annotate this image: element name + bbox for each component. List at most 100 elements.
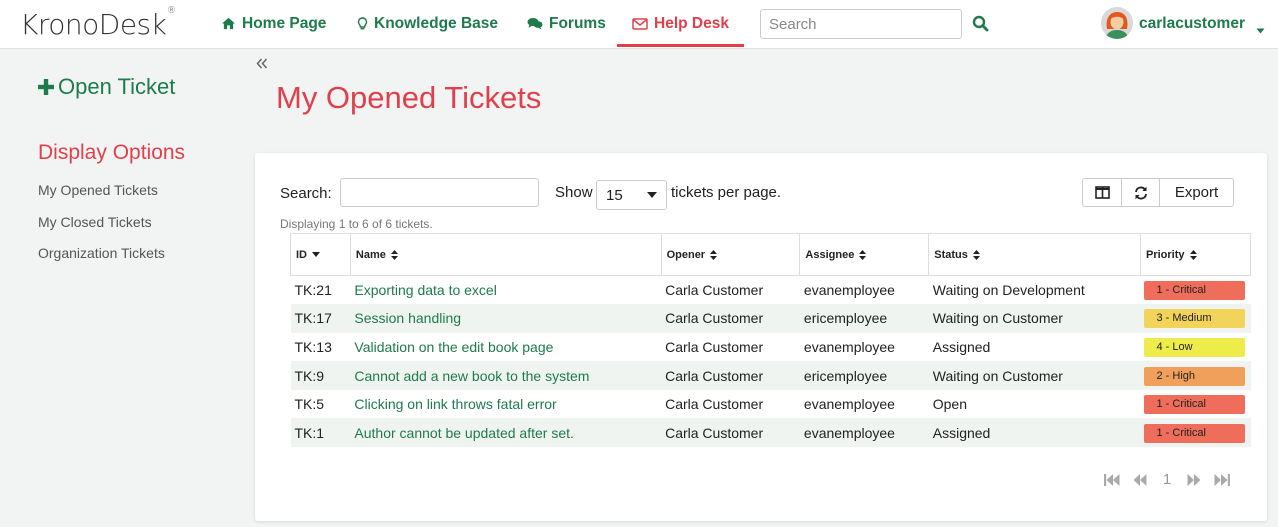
refresh-icon [1134,186,1147,199]
per-page-value: 15 [606,186,623,204]
nav-knowledge-base-label: Knowledge Base [374,14,499,32]
ticket-assignee: evanemployee [803,338,895,355]
ticket-id: TK:5 [294,396,325,413]
column-header-status[interactable]: Status [928,233,1141,276]
column-header-priority-label: Priority [1145,248,1185,261]
global-search-input[interactable] [760,9,962,39]
priority-badge: 3 - Medium [1144,309,1246,329]
ticket-name-link[interactable]: Clicking on link throws fatal error [350,390,661,419]
ticket-name-link[interactable]: Validation on the edit book page [350,333,661,362]
column-header-status-label: Status [934,248,968,261]
nav-home-page[interactable]: Home Page [221,0,326,47]
user-avatar[interactable] [1101,7,1133,39]
ticket-id: TK:9 [290,361,351,390]
ticket-status: Open [932,396,967,413]
sort-icon [972,249,980,260]
ticket-status: Waiting on Customer [928,304,1141,333]
table-header-row: ID Name Opener Assignee Status Priority [290,233,1252,276]
table-row[interactable]: TK:21 Exporting data to excel Carla Cust… [291,276,1251,305]
priority-badge: 1 - Critical [1144,395,1246,415]
home-icon [222,17,235,30]
ticket-name-link[interactable]: Session handling [350,304,662,333]
per-page-select[interactable]: 15 [596,180,667,210]
column-header-priority[interactable]: Priority [1139,233,1252,276]
next-page-icon[interactable] [1180,473,1208,486]
open-ticket-button[interactable]: Open Ticket [38,74,175,100]
sort-desc-icon [312,252,320,258]
priority-badge: 1 - Critical [1144,281,1246,301]
columns-icon [1094,186,1110,199]
collapse-sidebar-icon[interactable] [256,56,268,74]
sidebar-link-my-opened-tickets[interactable]: My Opened Tickets [38,182,158,198]
column-header-name-label: Name [355,248,386,261]
refresh-button[interactable] [1122,179,1160,206]
ticket-assignee: evanemployee [803,396,895,413]
nav-knowledge-base[interactable]: Knowledge Base [357,0,498,47]
kronodesk-logo[interactable]: KronoDesk ® [20,6,176,41]
tickets-table: ID Name Opener Assignee Status Priority … [290,233,1252,448]
ticket-opener: Carla Customer [665,338,764,355]
first-page-icon[interactable] [1098,473,1126,486]
sidebar-link-organization-tickets[interactable]: Organization Tickets [38,245,165,261]
open-ticket-label: Open Ticket [58,74,176,99]
chevron-down-icon[interactable] [1256,21,1265,39]
previous-page-icon[interactable] [1126,473,1154,486]
logo-text: KronoDesk [20,8,167,41]
logo-registered-mark: ® [166,6,176,16]
plus-icon [38,79,54,95]
sort-icon [710,249,718,260]
nav-help-desk[interactable]: Help Desk [617,0,744,47]
nav-forums[interactable]: Forums [527,0,606,47]
show-label: Show [555,184,593,201]
ticket-name-link[interactable]: Author cannot be updated after set. [350,418,662,448]
page-number[interactable]: 1 [1154,471,1180,488]
ticket-opener: Carla Customer [665,282,764,299]
per-page-suffix: tickets per page. [671,184,782,201]
display-options-heading: Display Options [38,141,186,164]
ticket-search-input[interactable] [340,178,539,207]
username[interactable]: carlacustomer [1139,15,1245,33]
ticket-opener: Carla Customer [661,304,800,333]
last-page-icon[interactable] [1208,473,1236,486]
ticket-id: TK:13 [294,338,332,355]
column-header-assignee-label: Assignee [805,248,855,261]
tickets-panel: Search: Show 15 tickets per page. Export… [255,153,1267,521]
export-button[interactable]: Export [1160,179,1233,206]
ticket-opener: Carla Customer [665,396,764,413]
column-header-id-label: ID [296,248,307,261]
ticket-opener: Carla Customer [661,418,800,448]
table-row[interactable]: TK:5 Clicking on link throws fatal error… [291,390,1251,419]
table-row[interactable]: TK:17 Session handling Carla Customer er… [290,304,1251,333]
pagination: 1 [1098,471,1236,488]
sort-icon [390,249,398,260]
ticket-name-link[interactable]: Cannot add a new book to the system [350,361,662,390]
ticket-id: TK:1 [290,418,351,448]
table-toolbar: Export [1082,178,1234,207]
sort-icon [1189,249,1197,260]
displaying-count: Displaying 1 to 6 of 6 tickets. [280,217,433,231]
ticket-id: TK:17 [290,304,351,333]
columns-button[interactable] [1083,179,1122,206]
column-header-assignee[interactable]: Assignee [799,233,930,276]
ticket-assignee: evanemployee [799,418,929,448]
ticket-assignee: evanemployee [803,282,895,299]
nav-help-desk-label: Help Desk [654,14,729,32]
table-row[interactable]: TK:1 Author cannot be updated after set.… [290,418,1251,448]
sort-icon [859,249,867,260]
sidebar [0,49,250,527]
sidebar-link-my-closed-tickets[interactable]: My Closed Tickets [38,214,152,230]
page-title: My Opened Tickets [276,80,542,115]
column-header-id[interactable]: ID [290,233,351,276]
comments-icon [527,18,543,30]
envelope-icon [632,17,648,30]
column-header-name[interactable]: Name [349,233,662,276]
nav-home-page-label: Home Page [242,14,327,32]
column-header-opener[interactable]: Opener [660,233,801,276]
table-row[interactable]: TK:9 Cannot add a new book to the system… [290,361,1251,390]
ticket-status: Assigned [932,338,991,355]
search-icon[interactable] [972,15,989,37]
table-row[interactable]: TK:13 Validation on the edit book page C… [291,333,1251,362]
ticket-name-link[interactable]: Exporting data to excel [350,276,661,305]
priority-badge: 2 - High [1144,366,1246,386]
top-navbar: KronoDesk ® Home Page Knowledge Base Foru… [0,0,1278,49]
